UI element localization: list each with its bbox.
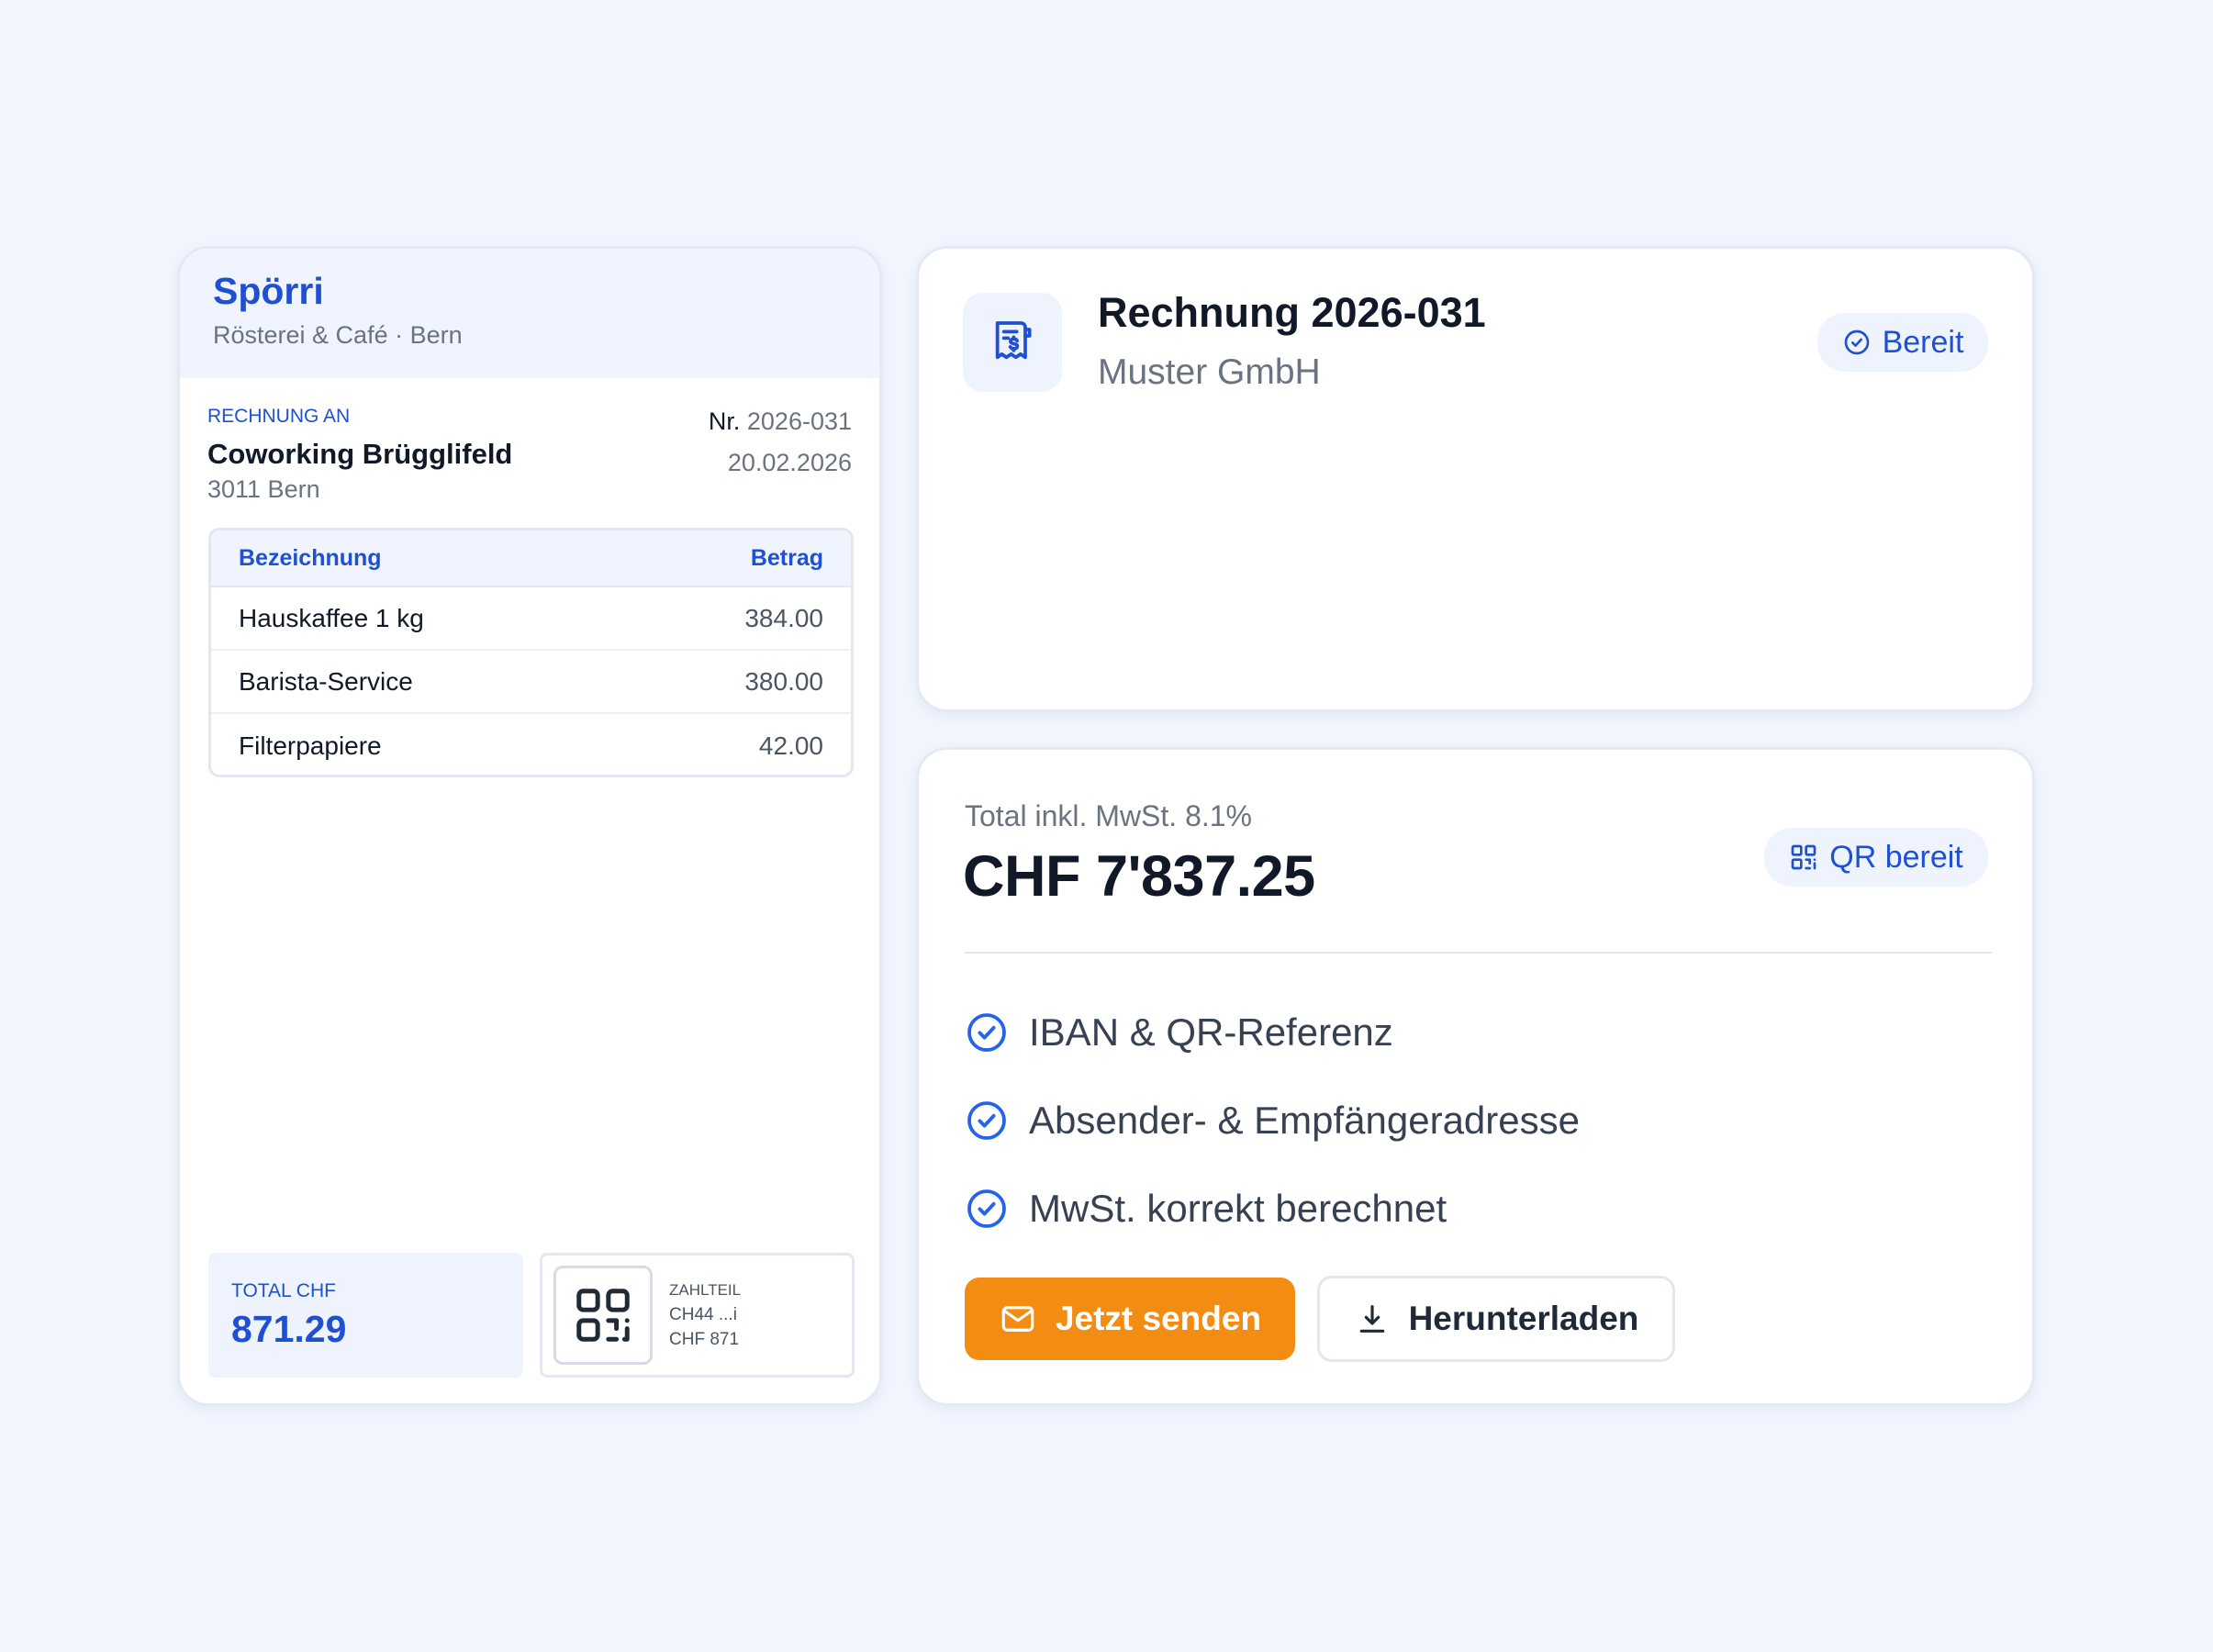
invoice-preview-card: Spörri Rösterei & Café · Bern RECHNUNG A…: [177, 246, 882, 1406]
invoice-number-prefix: Nr.: [708, 407, 741, 435]
page-background: Spörri Rösterei & Café · Bern RECHNUNG A…: [0, 0, 2213, 1652]
invoice-total-box: TOTAL CHF 871.29: [208, 1253, 523, 1378]
item-amount: 42.00: [758, 731, 823, 760]
brand-name: Spörri: [213, 270, 324, 312]
item-amount: 384.00: [744, 603, 823, 632]
download-button[interactable]: Herunterladen: [1317, 1276, 1675, 1362]
validation-checklist: IBAN & QR-Referenz Absender- & Empfänger…: [965, 988, 1580, 1253]
table-header: Bezeichnung Betrag: [211, 530, 851, 587]
item-description: Filterpapiere: [239, 731, 382, 760]
qr-icon: [1791, 844, 1816, 870]
table-row: Hauskaffee 1 kg 384.00: [211, 587, 851, 651]
item-description: Barista-Service: [239, 666, 413, 696]
check-item-label: IBAN & QR-Referenz: [1029, 1010, 1393, 1054]
download-button-label: Herunterladen: [1408, 1300, 1639, 1337]
check-circle-icon: [967, 1101, 1006, 1140]
check-item: Absender- & Empfängeradresse: [965, 1077, 1580, 1165]
qr-status-badge: QR bereit: [1764, 828, 1988, 887]
qr-code-icon: [553, 1266, 653, 1365]
invoice-total-label: TOTAL CHF: [231, 1280, 336, 1301]
payment-slip: ZAHLTEIL CH44 ...i CHF 871: [540, 1253, 855, 1378]
check-circle-icon: [1844, 329, 1869, 355]
payment-slip-amount: CHF 871: [669, 1330, 740, 1350]
column-header-description: Bezeichnung: [239, 544, 382, 571]
invoice-total-value: 871.29: [231, 1308, 347, 1350]
invoice-meta: RECHNUNG AN Coworking Brügglifeld 3011 B…: [180, 378, 879, 534]
receipt-icon: [963, 293, 1062, 392]
check-circle-icon: [967, 1189, 1006, 1228]
send-button[interactable]: Jetzt senden: [965, 1278, 1295, 1360]
item-description: Hauskaffee 1 kg: [239, 603, 424, 632]
bill-to-name: Coworking Brügglifeld: [207, 438, 513, 470]
payment-slip-iban: CH44 ...i: [669, 1304, 737, 1324]
invoice-title: Rechnung 2026-031: [1098, 289, 1486, 336]
payment-slip-label: ZAHLTEIL: [669, 1281, 742, 1299]
mail-icon: [1001, 1306, 1034, 1332]
bill-to-city: 3011 Bern: [207, 475, 320, 503]
payment-card: Total inkl. MwSt. 8.1% CHF 7'837.25 QR b…: [916, 747, 2035, 1406]
column-header-amount: Betrag: [750, 544, 823, 571]
invoice-summary-card: Rechnung 2026-031 Muster GmbH Bereit: [916, 246, 2035, 712]
invoice-number-value: 2026-031: [746, 407, 852, 435]
invoice-date: 20.02.2026: [727, 449, 852, 476]
item-amount: 380.00: [744, 666, 823, 696]
divider: [965, 952, 1992, 954]
table-row: Filterpapiere 42.00: [211, 714, 851, 775]
check-item-label: MwSt. korrekt berechnet: [1029, 1187, 1447, 1230]
invoice-number: Nr. 2026-031: [709, 407, 852, 436]
invoice-header: Spörri Rösterei & Café · Bern: [180, 249, 879, 378]
customer-name: Muster GmbH: [1098, 352, 1321, 392]
line-items-table: Bezeichnung Betrag Hauskaffee 1 kg 384.0…: [208, 528, 854, 777]
payment-slip-text: ZAHLTEIL CH44 ...i CHF 871: [669, 1279, 748, 1353]
qr-status-label: QR bereit: [1829, 839, 1963, 875]
download-icon: [1359, 1305, 1384, 1333]
table-row: Barista-Service 380.00: [211, 651, 851, 714]
check-item: MwSt. korrekt berechnet: [965, 1165, 1580, 1253]
check-circle-icon: [967, 1013, 1006, 1052]
check-item-label: Absender- & Empfängeradresse: [1029, 1099, 1580, 1142]
total-caption: Total inkl. MwSt. 8.1%: [965, 799, 1252, 832]
status-badge-label: Bereit: [1882, 324, 1964, 360]
bill-to-label: RECHNUNG AN: [207, 406, 351, 427]
brand-subtitle: Rösterei & Café · Bern: [213, 321, 463, 350]
check-item: IBAN & QR-Referenz: [965, 988, 1580, 1077]
status-badge: Bereit: [1817, 313, 1988, 372]
total-amount: CHF 7'837.25: [963, 844, 1315, 909]
send-button-label: Jetzt senden: [1055, 1300, 1262, 1337]
